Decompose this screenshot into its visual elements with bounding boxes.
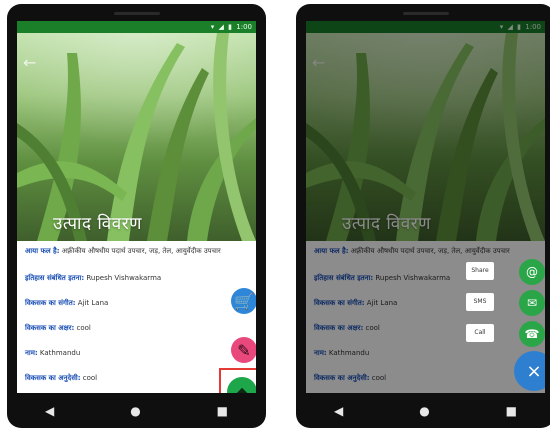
detail-row: आया फल है: अफ़्रीकीय औषधीय पदार्थ उपचार,… bbox=[25, 247, 248, 256]
detail-key: विकसक का अनुदेसी: bbox=[25, 374, 81, 382]
phone-speaker bbox=[402, 12, 449, 15]
detail-value: अफ़्रीकीय औषधीय पदार्थ उपचार, जड़, तेल, … bbox=[59, 247, 221, 255]
status-bar: ▾ ◢ ▮ 1:00 bbox=[17, 21, 256, 33]
sms-label-chip: SMS bbox=[466, 293, 494, 311]
phone-left: ▾ ◢ ▮ 1:00 ← उत्पाद विवरण आया फल है: अफ़… bbox=[7, 4, 266, 428]
phone-right: ▾ ◢ ▮ 1:00 ← उत्पाद विवरण आया फल है: अफ़… bbox=[296, 4, 550, 428]
hero-title: उत्पाद विवरण bbox=[53, 214, 142, 234]
detail-value: cool bbox=[74, 324, 91, 332]
detail-key: नाम: bbox=[25, 349, 38, 357]
battery-icon: ▮ bbox=[228, 23, 233, 31]
phone-button[interactable]: ☎ bbox=[519, 321, 545, 347]
pencil-icon: ✎ bbox=[237, 340, 251, 360]
nav-home-button[interactable]: ● bbox=[130, 404, 140, 418]
edit-fab[interactable]: ✎ bbox=[231, 337, 256, 363]
close-icon: × bbox=[526, 360, 542, 382]
android-nav-bar: ◀ ● ■ bbox=[296, 393, 550, 428]
detail-value: Rupesh Vishwakarma bbox=[84, 274, 162, 282]
detail-row: विकसक का अक्षर: cool bbox=[25, 324, 248, 333]
nav-back-button[interactable]: ◀ bbox=[334, 404, 343, 418]
nav-recent-button[interactable]: ■ bbox=[217, 404, 228, 418]
detail-value: Ajit Lana bbox=[75, 299, 109, 307]
wifi-icon: ▾ bbox=[210, 23, 215, 31]
detail-key: आया फल है: bbox=[25, 247, 60, 255]
scrim-overlay[interactable] bbox=[306, 21, 545, 393]
detail-row: विकसक का संगीत: Ajit Lana bbox=[25, 299, 248, 308]
cart-icon: 🛒 bbox=[234, 291, 254, 311]
android-nav-bar: ◀ ● ■ bbox=[7, 393, 266, 428]
detail-row: विकसक का अनुदेसी: cool bbox=[25, 374, 248, 383]
nav-home-button[interactable]: ● bbox=[419, 404, 429, 418]
email-button[interactable]: @ bbox=[519, 259, 545, 285]
nav-recent-button[interactable]: ■ bbox=[506, 404, 517, 418]
message-button[interactable]: ✉ bbox=[519, 290, 545, 316]
detail-value: Kathmandu bbox=[37, 349, 81, 357]
detail-row: नाम: Kathmandu bbox=[25, 349, 248, 358]
detail-key: इतिहास संबंधित इतना: bbox=[25, 274, 85, 282]
highlight-box bbox=[219, 368, 256, 393]
detail-value: cool bbox=[80, 374, 98, 382]
phone-icon: ☎ bbox=[524, 327, 540, 341]
message-icon: ✉ bbox=[526, 296, 538, 310]
hero-image: ← उत्पाद विवरण bbox=[17, 33, 256, 241]
detail-row: इतिहास संबंधित इतना: Rupesh Vishwakarma bbox=[25, 274, 248, 283]
aloe-vera-illustration bbox=[17, 33, 256, 241]
email-icon: @ bbox=[526, 265, 538, 279]
nav-back-button[interactable]: ◀ bbox=[45, 404, 54, 418]
signal-icon: ◢ bbox=[218, 23, 224, 31]
phone-speaker bbox=[113, 12, 160, 15]
detail-key: विकसक का अक्षर: bbox=[25, 324, 75, 332]
clock-text: 1:00 bbox=[236, 23, 252, 31]
screen-left: ▾ ◢ ▮ 1:00 ← उत्पाद विवरण आया फल है: अफ़… bbox=[17, 21, 256, 393]
cart-fab[interactable]: 🛒 bbox=[231, 288, 256, 314]
detail-key: विकसक का संगीत: bbox=[25, 299, 76, 307]
screen-right: ▾ ◢ ▮ 1:00 ← उत्पाद विवरण आया फल है: अफ़… bbox=[306, 21, 545, 393]
back-arrow-icon[interactable]: ← bbox=[23, 53, 36, 72]
call-label-chip: Call bbox=[466, 324, 494, 342]
share-label-chip: Share bbox=[466, 262, 494, 280]
